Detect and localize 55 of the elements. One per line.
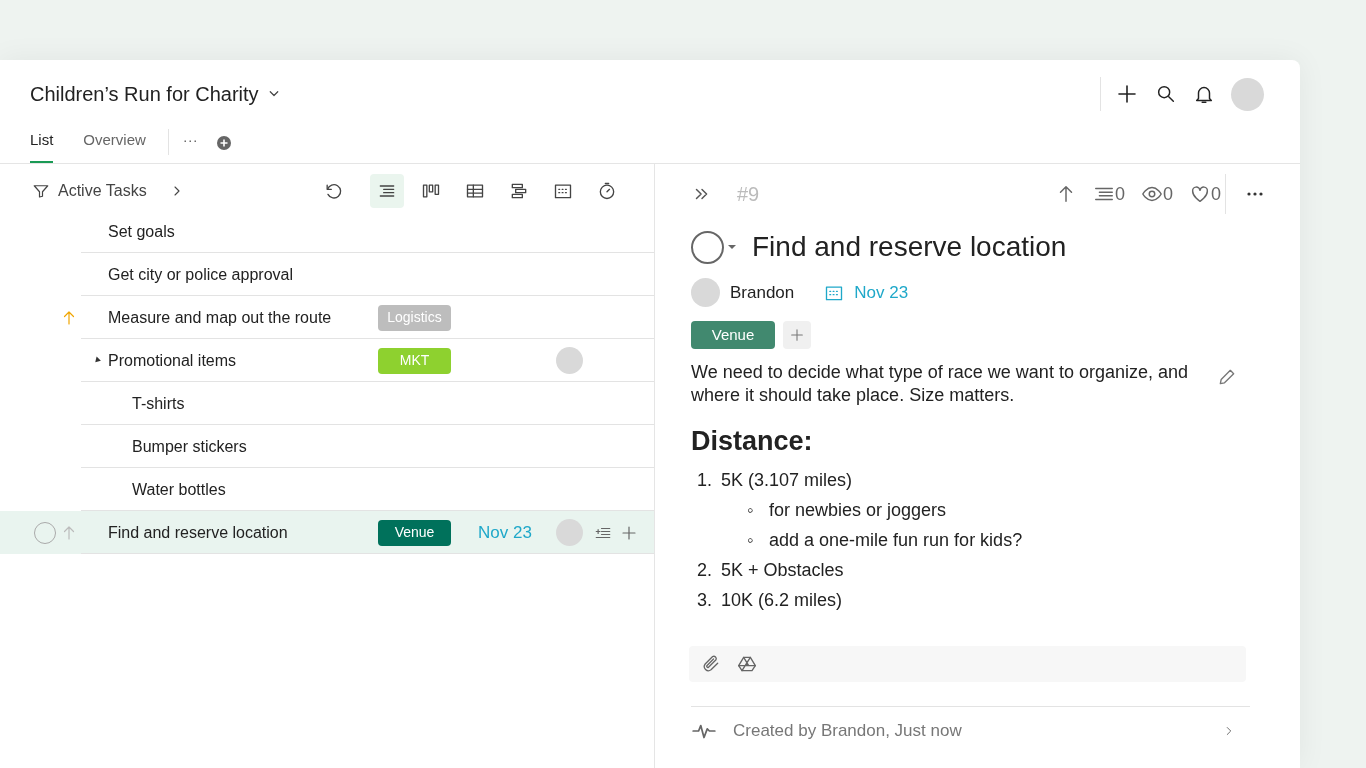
task-title[interactable]: Measure and map out the route	[108, 305, 378, 330]
list-view-button[interactable]	[370, 174, 404, 208]
task-row[interactable]: Promotional items MKT	[0, 339, 654, 382]
complete-checkbox[interactable]	[691, 230, 724, 264]
task-row[interactable]: Set goals	[0, 210, 654, 253]
list-marker: ◦	[747, 498, 755, 522]
add-tab-icon[interactable]	[215, 135, 232, 151]
list-item: for newbies or joggers	[769, 498, 947, 522]
list-marker: 1.	[697, 468, 713, 492]
pencil-icon[interactable]	[1217, 367, 1237, 387]
task-row[interactable]: Measure and map out the route Logistics	[0, 296, 654, 339]
tab[interactable]: Overview	[83, 128, 146, 163]
more-options-icon[interactable]	[1246, 191, 1264, 197]
list-marker: 2.	[697, 558, 713, 582]
list-item: 5K (3.107 miles)	[721, 468, 853, 492]
list-item: 5K + Obstacles	[721, 558, 844, 582]
task-title[interactable]: Promotional items	[108, 348, 378, 373]
assignee-name[interactable]: Brandon	[730, 279, 795, 306]
list-marker: 3.	[697, 588, 713, 612]
task-number: #9	[737, 182, 760, 207]
task-title: Find and reserve location	[752, 230, 1067, 264]
filter-button[interactable]: Active Tasks	[32, 179, 147, 203]
task-tag[interactable]: Venue	[691, 321, 775, 349]
description: We need to decide what type of race we want to organize, and where it should take place. Size matters.	[691, 361, 1189, 407]
gantt-icon	[509, 181, 529, 201]
project-title[interactable]: Children’s Run for Charity	[30, 79, 259, 109]
list-item: add a one-mile fun run for kids?	[769, 528, 1023, 552]
caret-icon[interactable]	[728, 245, 736, 249]
task-row[interactable]: Get city or police approval	[0, 253, 654, 296]
timer-icon	[597, 181, 617, 201]
search-icon[interactable]	[1155, 83, 1177, 105]
task-row[interactable]: Bumper stickers	[0, 425, 654, 468]
task-title[interactable]: T-shirts	[108, 391, 378, 416]
list-item: 10K (6.2 miles)	[721, 588, 843, 612]
section-heading: Distance:	[691, 425, 814, 458]
list-marker: ◦	[747, 528, 755, 552]
subtask-count: 0	[1114, 182, 1125, 206]
task-title[interactable]: Set goals	[108, 219, 378, 244]
paperclip-icon[interactable]	[701, 653, 721, 674]
watcher-count: 0	[1162, 182, 1173, 206]
task-title[interactable]: Water bottles	[108, 477, 378, 502]
add-icon[interactable]	[1115, 82, 1139, 106]
task-row[interactable]: T-shirts	[0, 382, 654, 425]
task-row[interactable]: Find and reserve location Venue Nov 23	[0, 511, 654, 554]
task-title[interactable]: Bumper stickers	[108, 434, 378, 459]
tab[interactable]: List	[30, 128, 54, 163]
plus-icon	[789, 327, 805, 343]
more-tabs-button[interactable]: ···	[182, 128, 198, 163]
task-title[interactable]: Find and reserve location	[108, 520, 378, 545]
like-count: 0	[1211, 182, 1221, 206]
filter-icon	[32, 182, 50, 200]
activity-text[interactable]: Created by Brandon, Just now	[733, 718, 1222, 744]
task-title[interactable]: Get city or police approval	[108, 262, 378, 287]
like-icon[interactable]	[1189, 183, 1211, 205]
task-tag[interactable]: Venue	[378, 519, 451, 546]
